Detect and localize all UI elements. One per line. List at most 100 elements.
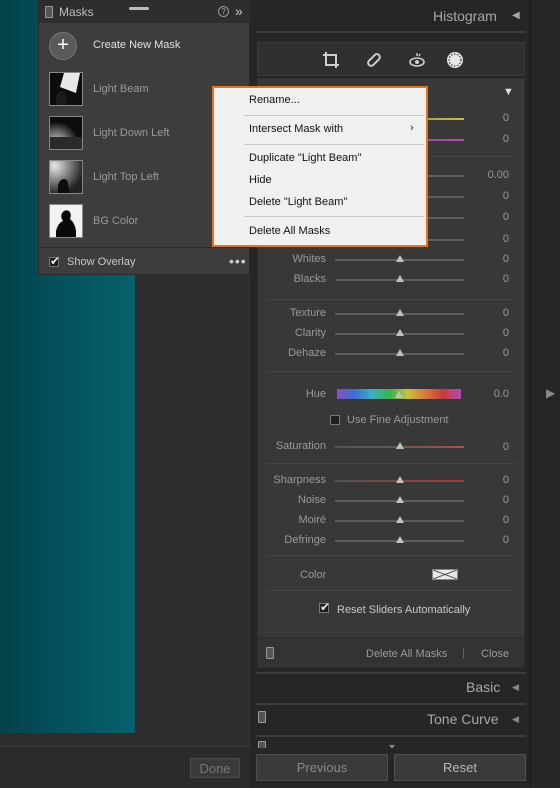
menu-item-label: Delete "Light Beam"	[249, 196, 348, 208]
slider-label: Dehaze	[288, 347, 326, 359]
section-toggle-icon[interactable]	[258, 741, 266, 748]
histogram-title[interactable]: Histogram	[433, 8, 497, 24]
slider-thumb[interactable]	[396, 275, 404, 282]
divider	[256, 31, 526, 33]
slider-thumb[interactable]	[396, 309, 404, 316]
color-label: Color	[300, 569, 327, 581]
divider	[267, 555, 515, 556]
mask-label: Light Beam	[93, 83, 149, 95]
scroll-down-icon[interactable]	[389, 745, 395, 748]
hue-label: Hue	[305, 388, 326, 400]
previous-button[interactable]: Previous	[256, 754, 388, 781]
plus-icon: +	[49, 32, 77, 60]
menu-item-duplicate[interactable]: Duplicate "Light Beam"	[214, 148, 426, 169]
crop-icon[interactable]	[322, 51, 340, 69]
slider-thumb[interactable]	[396, 496, 404, 503]
slider-value: 0	[502, 112, 509, 124]
slider-thumb[interactable]	[396, 476, 404, 483]
slider-value: 0	[502, 211, 509, 223]
divider	[267, 463, 515, 464]
create-new-mask-label: Create New Mask	[93, 39, 181, 51]
slider-label: Sharpness	[273, 474, 326, 486]
divider	[256, 672, 526, 674]
slider-value: 0.00	[487, 169, 509, 181]
slider-label: Whites	[292, 253, 326, 265]
tool-strip	[257, 42, 525, 76]
divider	[267, 371, 515, 372]
menu-item-rename[interactable]: Rename...	[214, 90, 426, 111]
slider-value: 0	[502, 253, 509, 265]
reset-sliders-checkbox[interactable]: ✔	[319, 601, 330, 613]
fine-adjustment-checkbox[interactable]	[330, 415, 340, 425]
show-overlay-row: ✔ Show Overlay •••	[39, 247, 249, 276]
preset-dropdown-icon[interactable]: ▼	[503, 86, 514, 98]
drag-handle-icon[interactable]	[129, 7, 149, 10]
mask-thumbnail	[49, 160, 83, 194]
reset-button[interactable]: Reset	[394, 754, 526, 781]
mask-toggle-icon[interactable]	[266, 647, 274, 659]
reset-sliders-label: Reset Sliders Automatically	[337, 604, 471, 616]
tone-curve-toggle-icon[interactable]	[258, 711, 266, 723]
no-color-icon	[433, 570, 457, 579]
next-section-peek	[256, 738, 526, 748]
basic-collapse-icon[interactable]: ◀	[512, 682, 519, 693]
masking-icon[interactable]	[446, 51, 464, 69]
hue-value: 0.0	[493, 388, 509, 400]
divider	[267, 299, 515, 300]
right-panel-edge	[530, 0, 560, 787]
tone-curve-collapse-icon[interactable]: ◀	[512, 714, 519, 725]
fine-adjustment-label: Use Fine Adjustment	[347, 414, 449, 426]
menu-item-delete[interactable]: Delete "Light Beam"	[214, 192, 426, 213]
hue-slider-thumb[interactable]	[395, 391, 403, 398]
slider-thumb[interactable]	[396, 329, 404, 336]
slider-label: Blacks	[293, 273, 326, 285]
basic-section-title[interactable]: Basic	[466, 679, 500, 695]
divider	[256, 703, 526, 705]
mask-label: Light Down Left	[93, 127, 170, 139]
tone-curve-section-title[interactable]: Tone Curve	[427, 711, 499, 727]
menu-item-hide[interactable]: Hide	[214, 170, 426, 191]
close-button[interactable]: Close	[481, 648, 509, 660]
panel-toggle-icon[interactable]	[45, 6, 53, 18]
masks-panel-header[interactable]: Masks ? »	[39, 1, 249, 23]
saturation-label: Saturation	[275, 440, 326, 452]
create-new-mask-button[interactable]: + Create New Mask	[39, 25, 249, 65]
checkmark-icon: ✔	[50, 254, 61, 268]
mask-thumbnail	[49, 204, 83, 238]
menu-item-delete-all-masks[interactable]: Delete All Masks	[214, 221, 426, 242]
mask-thumbnail	[49, 72, 83, 106]
help-icon[interactable]: ?	[218, 6, 229, 17]
color-swatch[interactable]	[432, 569, 458, 580]
slider-thumb[interactable]	[396, 536, 404, 543]
slider-value: 0	[502, 133, 509, 145]
slider-thumb[interactable]	[396, 516, 404, 523]
masks-panel-title: Masks	[59, 5, 94, 19]
slider-value: 0	[502, 233, 509, 245]
slider-thumb[interactable]	[396, 255, 404, 262]
menu-item-label: Delete All Masks	[249, 225, 331, 237]
menu-separator	[244, 115, 424, 116]
slider-value: 0	[502, 514, 509, 526]
mask-thumbnail	[49, 116, 83, 150]
red-eye-icon[interactable]	[408, 51, 426, 69]
slider-label: Moiré	[298, 514, 326, 526]
done-button[interactable]: Done	[190, 758, 240, 778]
slider-value: 0	[502, 494, 509, 506]
mask-label: Light Top Left	[93, 171, 159, 183]
expand-right-panel-icon[interactable]: ▶	[546, 386, 555, 400]
slider-label: Noise	[297, 494, 326, 506]
healing-icon[interactable]	[365, 51, 383, 69]
menu-item-intersect-mask[interactable]: Intersect Mask with ›	[214, 119, 426, 140]
more-options-icon[interactable]: •••	[229, 253, 247, 269]
menu-item-label: Duplicate "Light Beam"	[249, 152, 362, 164]
histogram-collapse-icon[interactable]: ◀	[512, 10, 520, 21]
slider-thumb[interactable]	[396, 349, 404, 356]
menu-separator	[244, 144, 424, 145]
collapse-panel-icon[interactable]: »	[235, 3, 243, 19]
saturation-slider-thumb[interactable]	[396, 442, 404, 449]
slider-label: Defringe	[284, 534, 326, 546]
slider-value: 0	[502, 327, 509, 339]
show-overlay-checkbox[interactable]: ✔	[49, 254, 61, 268]
separator: |	[462, 647, 465, 659]
delete-all-masks-button[interactable]: Delete All Masks	[366, 648, 447, 660]
